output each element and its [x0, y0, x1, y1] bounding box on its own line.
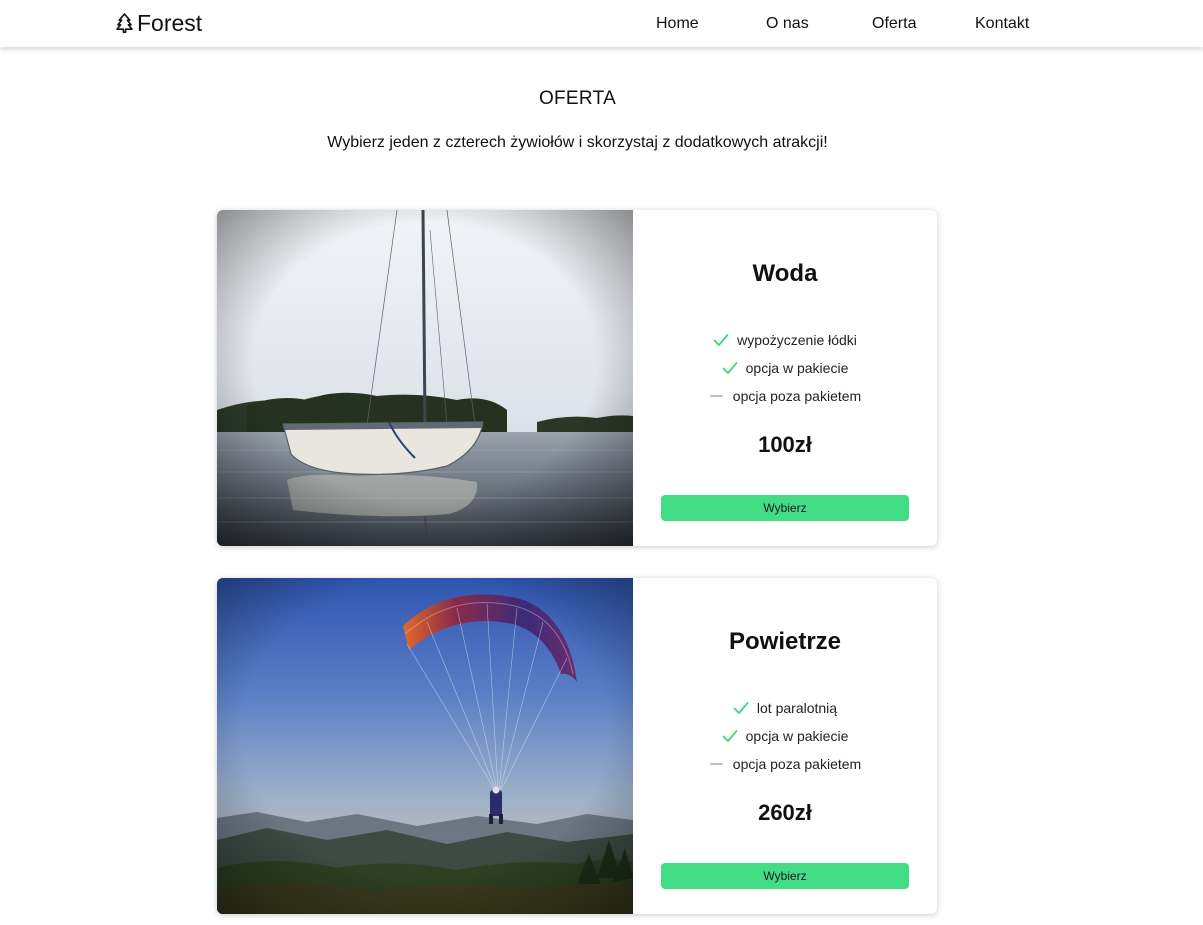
section-title: OFERTA: [538, 88, 617, 109]
feature-text: opcja poza pakietem: [732, 388, 862, 404]
tree-icon: [116, 13, 133, 33]
feature-text: wypożyczenie łódki: [737, 332, 857, 348]
section-subtitle: Wybierz jeden z czterech żywiołów i skor…: [327, 134, 828, 151]
offer-card-body: Powietrze lot paralotnią opcja w pakieci…: [633, 578, 937, 914]
brand-name: Forest: [137, 10, 203, 36]
feature-text: lot paralotnią: [756, 700, 838, 716]
check-icon: [722, 362, 738, 374]
feature-list: lot paralotnią opcja w pakiecie opcja po…: [633, 694, 937, 778]
nav-link-home[interactable]: Home: [656, 14, 699, 34]
check-icon: [713, 334, 729, 346]
paraglider-over-mountains-photo: [217, 578, 633, 914]
offer-card-body: Woda wypożyczenie łódki opcja w pakiecie…: [633, 210, 937, 546]
feature-text: opcja w pakiecie: [745, 360, 849, 376]
nav-link-contact[interactable]: Kontakt: [975, 14, 1029, 34]
feature-text: opcja poza pakietem: [732, 756, 862, 772]
offer-price: 100zł: [758, 432, 812, 457]
select-offer-button[interactable]: Wybierz: [661, 495, 909, 521]
feature-list: wypożyczenie łódki opcja w pakiecie opcj…: [633, 326, 937, 410]
sailboat-on-lake-photo: [217, 210, 633, 546]
dash-icon: [709, 395, 723, 397]
feature-item: opcja w pakiecie: [633, 354, 937, 382]
offer-price: 260zł: [758, 800, 812, 825]
brand-logo[interactable]: Forest: [116, 10, 202, 36]
feature-item: opcja poza pakietem: [633, 750, 937, 778]
offer-card-water: Woda wypożyczenie łódki opcja w pakiecie…: [217, 210, 937, 546]
check-icon: [733, 702, 749, 714]
offer-card-air: Powietrze lot paralotnią opcja w pakieci…: [217, 578, 937, 914]
navbar: Forest Home O nas Oferta Kontakt: [0, 0, 1203, 47]
feature-item: lot paralotnią: [633, 694, 937, 722]
offer-card-title: Woda: [752, 260, 818, 287]
select-offer-button[interactable]: Wybierz: [661, 863, 909, 889]
nav-link-offer[interactable]: Oferta: [872, 14, 916, 34]
feature-item: wypożyczenie łódki: [633, 326, 937, 354]
offer-card-title: Powietrze: [728, 628, 842, 655]
nav-link-about[interactable]: O nas: [766, 14, 809, 34]
feature-text: opcja w pakiecie: [745, 728, 849, 744]
feature-item: opcja w pakiecie: [633, 722, 937, 750]
feature-item: opcja poza pakietem: [633, 382, 937, 410]
dash-icon: [709, 763, 723, 765]
check-icon: [722, 730, 738, 742]
